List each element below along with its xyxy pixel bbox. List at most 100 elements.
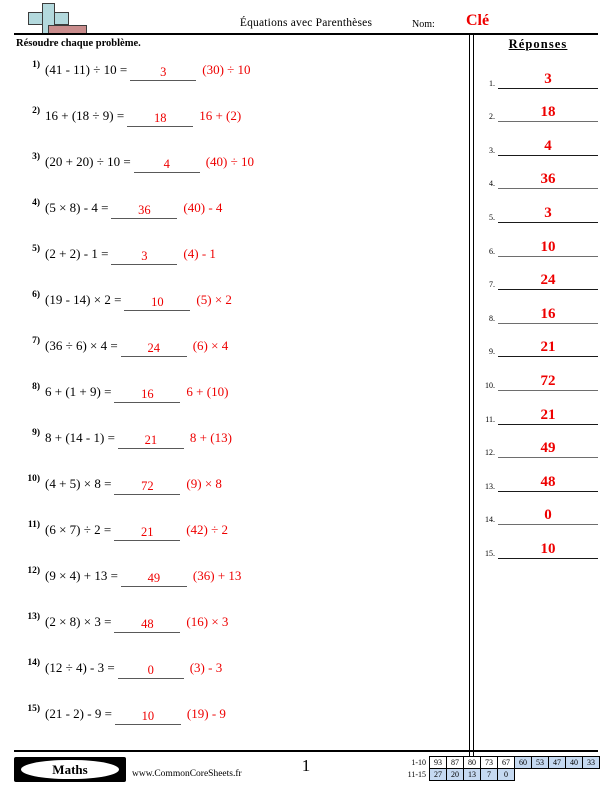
score-cell: 73 <box>480 756 498 769</box>
answer-row: 4. 36 <box>478 163 600 197</box>
problem-row: 12) (9 × 4) + 13 = 49 (36) + 13 <box>14 563 464 609</box>
answer-blank[interactable]: 3 <box>130 65 197 81</box>
answer-value[interactable]: 21 <box>498 407 598 425</box>
problem-body: 6 + (1 + 9) = 16 6 + (10) <box>45 384 228 403</box>
problem-number: 5) <box>32 244 40 254</box>
answer-value[interactable]: 24 <box>498 272 598 291</box>
problem-row: 8) 6 + (1 + 9) = 16 6 + (10) <box>14 379 464 425</box>
score-cell-empty <box>566 769 583 781</box>
answer-blank[interactable]: 72 <box>114 479 181 495</box>
problem-expression: 16 + (18 ÷ 9) = <box>45 108 125 123</box>
score-cell: 87 <box>446 756 464 769</box>
problem-body: 8 + (14 - 1) = 21 8 + (13) <box>45 430 232 449</box>
answer-blank[interactable]: 18 <box>127 111 194 127</box>
problem-number: 10) <box>27 474 40 484</box>
answer-blank[interactable]: 21 <box>114 525 181 541</box>
score-cell: 7 <box>480 768 498 781</box>
score-cell-empty <box>549 769 566 781</box>
score-table-row: 11-15 27 20 13 7 0 <box>400 768 600 781</box>
problem-row: 15) (21 - 2) - 9 = 10 (19) - 9 <box>14 701 464 747</box>
problem-hint: (30) ÷ 10 <box>202 62 251 77</box>
answer-number: 2. <box>489 112 495 122</box>
answer-value[interactable]: 36 <box>498 171 598 190</box>
answer-row: 8. 16 <box>478 297 600 331</box>
answer-key-list: 1. 3 2. 18 3. 4 4. 36 5. 3 6. 10 7. 24 8. 16 9. 21 10. 72 11… <box>478 62 600 566</box>
problem-body: (9 × 4) + 13 = 49 (36) + 13 <box>45 568 241 587</box>
answer-value[interactable]: 21 <box>498 339 598 358</box>
problem-number: 12) <box>27 566 40 576</box>
problem-number: 15) <box>27 704 40 714</box>
answer-value[interactable]: 49 <box>498 440 598 459</box>
problem-expression: (9 × 4) + 13 = <box>45 568 118 583</box>
problem-number: 8) <box>32 382 40 392</box>
answer-row: 7. 24 <box>478 264 600 298</box>
score-cell: 20 <box>446 768 464 781</box>
header-divider <box>14 33 598 35</box>
problem-expression: 6 + (1 + 9) = <box>45 384 112 399</box>
answer-number: 13. <box>485 481 495 491</box>
answer-value[interactable]: 3 <box>498 71 598 89</box>
answer-number: 1. <box>489 78 495 88</box>
problem-number: 2) <box>32 106 40 116</box>
answer-blank[interactable]: 0 <box>117 663 184 679</box>
answer-row: 2. 18 <box>478 96 600 130</box>
page-footer: Maths www.CommonCoreSheets.fr 1 1-10 93 87… <box>0 752 612 792</box>
score-cell-empty <box>532 769 549 781</box>
answer-value[interactable]: 10 <box>498 239 598 257</box>
answer-value[interactable]: 0 <box>498 507 598 526</box>
answer-blank[interactable]: 48 <box>114 617 181 633</box>
problem-hint: (4) - 1 <box>183 246 216 261</box>
problem-expression: (4 + 5) × 8 = <box>45 476 112 491</box>
problem-body: (12 ÷ 4) - 3 = 0 (3) - 3 <box>45 660 222 679</box>
answer-number: 12. <box>485 448 495 458</box>
problem-body: (20 + 20) ÷ 10 = 4 (40) ÷ 10 <box>45 154 254 173</box>
answer-value[interactable]: 16 <box>498 306 598 324</box>
problem-hint: 8 + (13) <box>189 430 232 445</box>
answer-value[interactable]: 48 <box>498 474 598 492</box>
score-cell-empty <box>583 769 600 781</box>
problem-row: 4) (5 × 8) - 4 = 36 (40) - 4 <box>14 195 464 241</box>
score-range-label: 1-10 <box>411 758 426 767</box>
problem-hint: (3) - 3 <box>189 660 223 675</box>
answer-blank[interactable]: 3 <box>111 249 178 265</box>
answer-blank[interactable]: 49 <box>120 571 187 587</box>
problem-row: 14) (12 ÷ 4) - 3 = 0 (3) - 3 <box>14 655 464 701</box>
answer-blank[interactable]: 21 <box>117 433 184 449</box>
problem-number: 3) <box>32 152 40 162</box>
page-header: Équations avec Parenthèses Nom: Clé <box>0 0 612 38</box>
problem-number: 4) <box>32 198 40 208</box>
answer-value[interactable]: 10 <box>498 541 598 559</box>
score-cell: 93 <box>429 756 447 769</box>
answer-number: 10. <box>485 380 495 390</box>
answer-value[interactable]: 18 <box>498 104 598 123</box>
answer-value[interactable]: 3 <box>498 205 598 223</box>
problem-hint: 16 + (2) <box>199 108 242 123</box>
problem-expression: 8 + (14 - 1) = <box>45 430 115 445</box>
answer-value[interactable]: 4 <box>498 138 598 156</box>
problem-hint: 6 + (10) <box>186 384 229 399</box>
problem-expression: (5 × 8) - 4 = <box>45 200 109 215</box>
answer-blank[interactable]: 10 <box>124 295 191 311</box>
instruction-text: Résoudre chaque problème. <box>16 38 141 49</box>
score-table: 1-10 93 87 80 73 67 60 53 47 40 33 11-15 27 20 13 7 0 <box>400 756 600 781</box>
score-cell: 13 <box>463 768 481 781</box>
problem-number: 13) <box>27 612 40 622</box>
answer-blank[interactable]: 4 <box>133 157 200 173</box>
problem-body: (2 × 8) × 3 = 48 (16) × 3 <box>45 614 228 633</box>
answer-blank[interactable]: 16 <box>114 387 181 403</box>
problem-expression: (36 ÷ 6) × 4 = <box>45 338 118 353</box>
problem-hint: (42) ÷ 2 <box>186 522 229 537</box>
problem-hint: (40) - 4 <box>183 200 223 215</box>
answer-number: 4. <box>489 179 495 189</box>
answer-blank[interactable]: 36 <box>111 203 178 219</box>
answer-value[interactable]: 72 <box>498 373 598 391</box>
answer-number: 11. <box>485 414 495 424</box>
score-cell-empty <box>515 769 532 781</box>
answer-number: 7. <box>489 280 495 290</box>
vertical-divider <box>469 35 474 757</box>
problem-number: 11) <box>27 520 40 530</box>
problem-body: 16 + (18 ÷ 9) = 18 16 + (2) <box>45 108 241 127</box>
answer-blank[interactable]: 24 <box>120 341 187 357</box>
answer-row: 12. 49 <box>478 432 600 466</box>
answer-blank[interactable]: 10 <box>114 709 181 725</box>
